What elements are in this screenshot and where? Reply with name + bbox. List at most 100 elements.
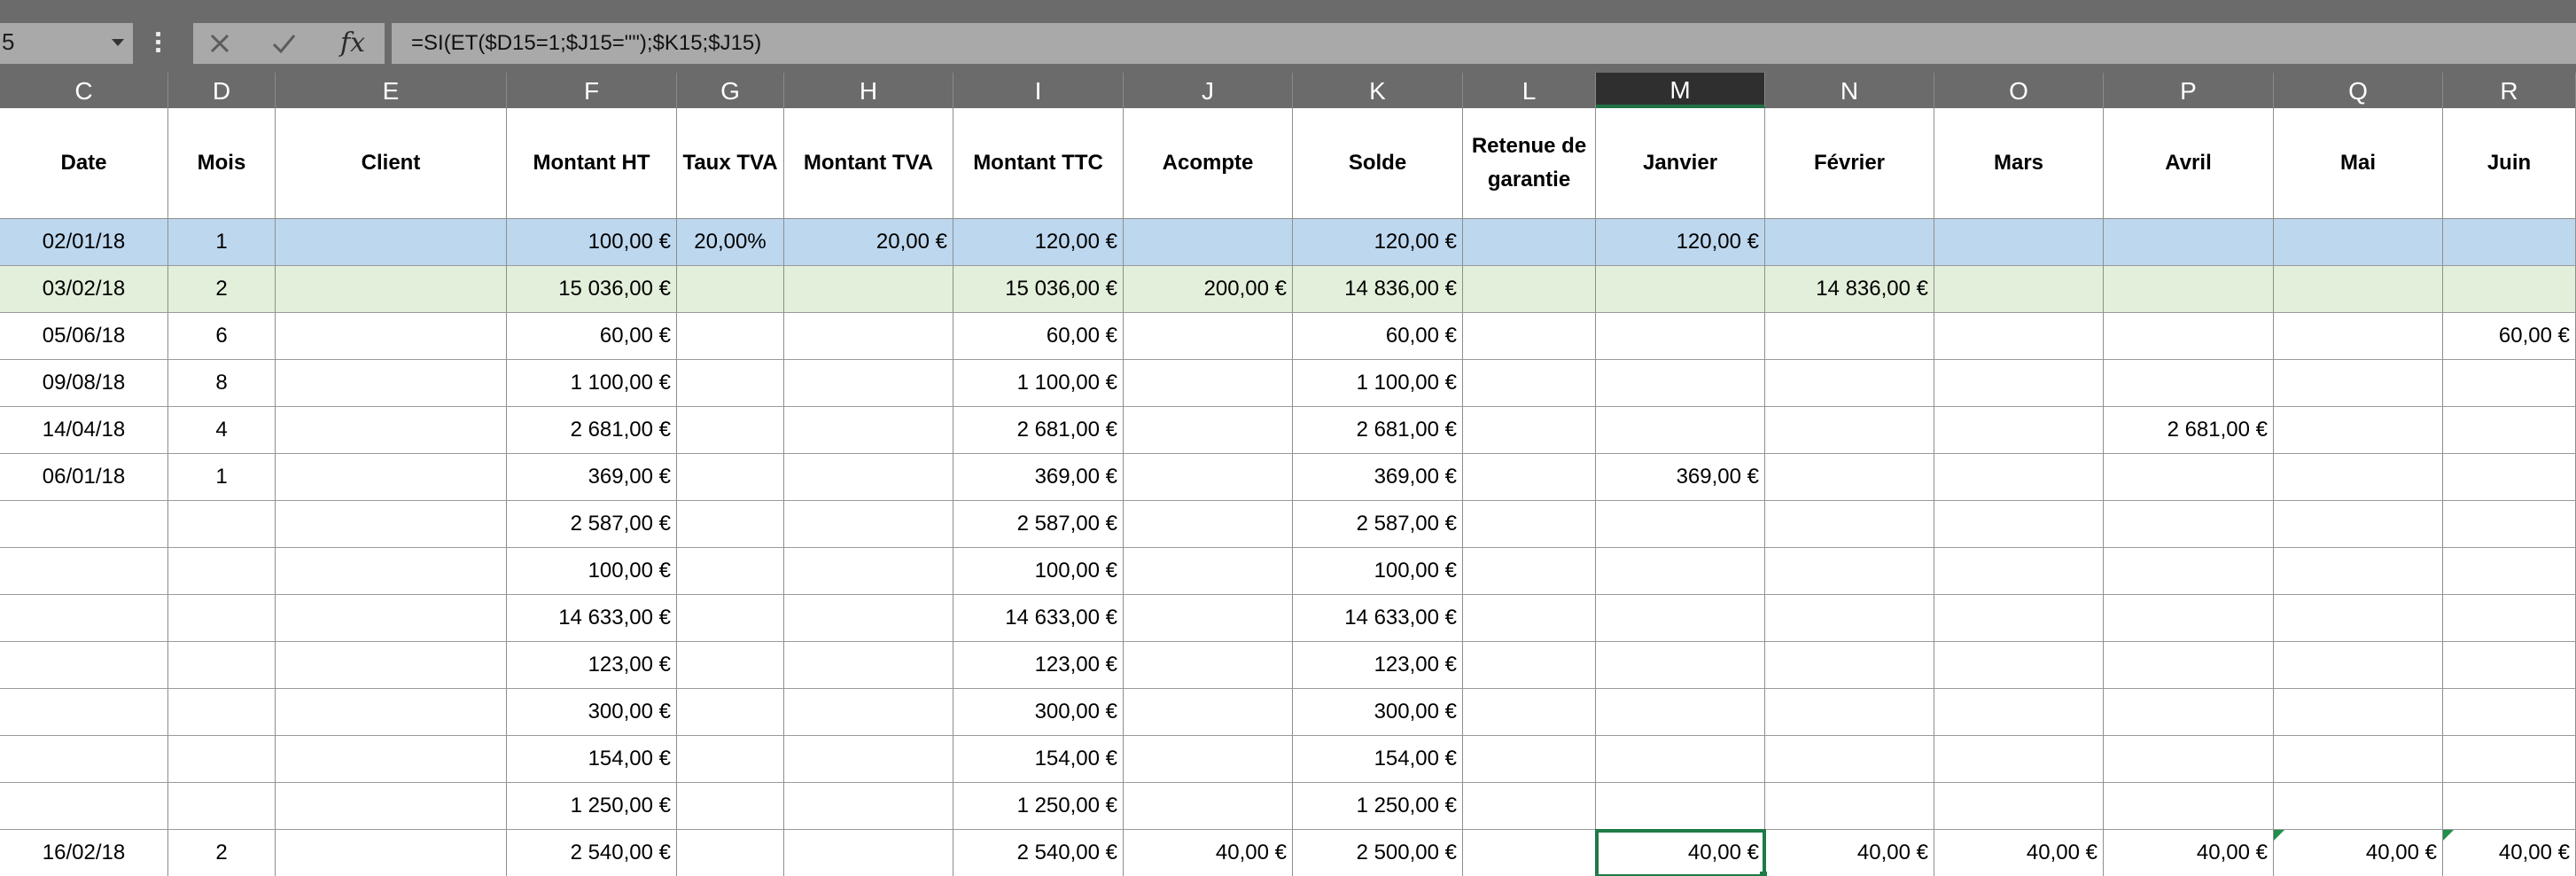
column-header-n[interactable]: N [1765,73,1934,108]
cell-g[interactable] [677,689,784,736]
cell-o[interactable] [1934,454,2104,501]
cell-o[interactable] [1934,313,2104,360]
cell-n[interactable]: 40,00 € [1765,830,1934,876]
cell-i[interactable]: 15 036,00 € [953,266,1124,313]
cell-n[interactable] [1765,501,1934,548]
cell-o[interactable] [1934,548,2104,595]
cell-q[interactable]: 40,00 € [2274,830,2443,876]
header-cell-d[interactable]: Mois [168,108,276,219]
cell-d[interactable]: 8 [168,360,276,407]
header-cell-o[interactable]: Mars [1934,108,2104,219]
cell-h[interactable] [784,736,953,783]
cell-l[interactable] [1463,360,1596,407]
cell-n[interactable]: 14 836,00 € [1765,266,1934,313]
cell-l[interactable] [1463,689,1596,736]
cell-k[interactable]: 14 836,00 € [1293,266,1463,313]
insert-function-icon[interactable]: fx [326,23,379,64]
header-cell-q[interactable]: Mai [2274,108,2443,219]
cell-c[interactable]: 14/04/18 [0,407,168,454]
cell-j[interactable]: 40,00 € [1124,830,1293,876]
cell-e[interactable] [276,783,507,830]
cell-q[interactable] [2274,736,2443,783]
cell-l[interactable] [1463,548,1596,595]
cell-f[interactable]: 154,00 € [507,736,677,783]
cell-q[interactable] [2274,783,2443,830]
cell-l[interactable] [1463,266,1596,313]
cell-e[interactable] [276,548,507,595]
cell-j[interactable] [1124,595,1293,642]
cell-e[interactable] [276,595,507,642]
cell-n[interactable] [1765,595,1934,642]
cell-g[interactable] [677,313,784,360]
cell-f[interactable]: 100,00 € [507,548,677,595]
cell-o[interactable] [1934,501,2104,548]
cell-c[interactable] [0,736,168,783]
cell-p[interactable] [2104,689,2274,736]
cell-l[interactable] [1463,219,1596,266]
column-header-c[interactable]: C [0,73,168,108]
cell-l[interactable] [1463,313,1596,360]
cell-k[interactable]: 100,00 € [1293,548,1463,595]
header-cell-h[interactable]: Montant TVA [784,108,953,219]
cell-d[interactable] [168,689,276,736]
cell-f[interactable]: 1 100,00 € [507,360,677,407]
header-cell-i[interactable]: Montant TTC [953,108,1124,219]
cell-g[interactable] [677,736,784,783]
cell-f[interactable]: 100,00 € [507,219,677,266]
cell-e[interactable] [276,454,507,501]
cell-o[interactable] [1934,783,2104,830]
cell-k[interactable]: 123,00 € [1293,642,1463,689]
cell-i[interactable]: 300,00 € [953,689,1124,736]
cell-n[interactable] [1765,736,1934,783]
cell-e[interactable] [276,219,507,266]
cell-f[interactable]: 2 540,00 € [507,830,677,876]
cell-g[interactable] [677,266,784,313]
cell-o[interactable] [1934,266,2104,313]
cell-q[interactable] [2274,360,2443,407]
cell-r[interactable] [2443,360,2576,407]
cell-q[interactable] [2274,501,2443,548]
cell-c[interactable]: 03/02/18 [0,266,168,313]
cell-i[interactable]: 60,00 € [953,313,1124,360]
cell-g[interactable] [677,548,784,595]
cell-c[interactable]: 16/02/18 [0,830,168,876]
cell-h[interactable] [784,595,953,642]
column-header-g[interactable]: G [677,73,784,108]
cell-h[interactable] [784,501,953,548]
cell-l[interactable] [1463,501,1596,548]
cell-i[interactable]: 2 681,00 € [953,407,1124,454]
cell-d[interactable]: 2 [168,830,276,876]
cell-e[interactable] [276,407,507,454]
cell-m[interactable] [1596,313,1765,360]
cell-q[interactable] [2274,642,2443,689]
cell-p[interactable] [2104,219,2274,266]
more-options-icon[interactable] [156,32,161,57]
cell-g[interactable] [677,407,784,454]
cell-j[interactable] [1124,313,1293,360]
cell-h[interactable] [784,689,953,736]
cell-p[interactable]: 40,00 € [2104,830,2274,876]
cell-m[interactable]: 120,00 € [1596,219,1765,266]
cell-p[interactable] [2104,360,2274,407]
cell-j[interactable]: 200,00 € [1124,266,1293,313]
column-header-l[interactable]: L [1463,73,1596,108]
cell-j[interactable] [1124,360,1293,407]
cell-l[interactable] [1463,736,1596,783]
cell-r[interactable] [2443,454,2576,501]
cell-h[interactable] [784,313,953,360]
cell-f[interactable]: 14 633,00 € [507,595,677,642]
cell-h[interactable] [784,642,953,689]
cell-i[interactable]: 154,00 € [953,736,1124,783]
cell-g[interactable] [677,360,784,407]
cell-i[interactable]: 2 540,00 € [953,830,1124,876]
header-cell-r[interactable]: Juin [2443,108,2576,219]
cell-q[interactable] [2274,595,2443,642]
cell-c[interactable] [0,548,168,595]
cell-j[interactable] [1124,219,1293,266]
cell-r[interactable] [2443,595,2576,642]
cell-j[interactable] [1124,783,1293,830]
cell-e[interactable] [276,266,507,313]
header-cell-l[interactable]: Retenue de garantie [1463,108,1596,219]
cell-c[interactable] [0,501,168,548]
cell-c[interactable] [0,783,168,830]
